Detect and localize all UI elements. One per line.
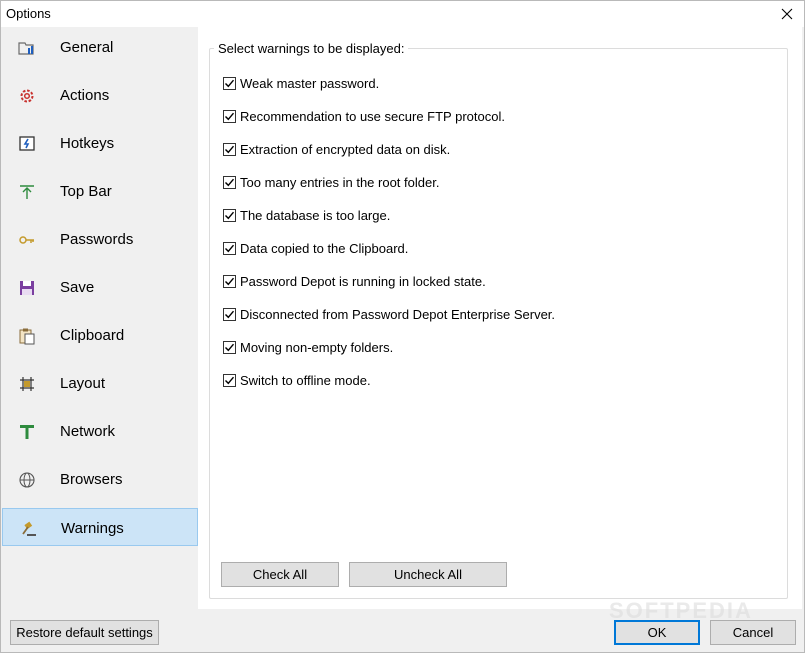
options-dialog: Options General Actions Hotkeys Top Bar … [0,0,805,653]
checkbox-label: The database is too large. [240,207,391,223]
folder-settings-icon [18,39,36,57]
sidebar-item-label: General [60,39,114,56]
sidebar-item-network[interactable]: Network [2,412,198,450]
restore-default-settings-button[interactable]: Restore default settings [10,620,159,645]
warning-checkbox-row[interactable]: Too many entries in the root folder. [223,173,439,191]
checkbox-label: Moving non-empty folders. [240,339,394,355]
sidebar-item-top-bar[interactable]: Top Bar [2,172,198,210]
sidebar-item-label: Actions [60,87,110,104]
checkmark-icon [225,277,235,285]
sidebar-item-label: Warnings [61,520,124,537]
gear-icon [18,87,36,105]
warning-checkbox-row[interactable]: Switch to offline mode. [223,371,371,389]
sidebar-item-label: Clipboard [60,327,125,344]
sidebar-item-actions[interactable]: Actions [2,76,198,114]
title-bar: Options [1,1,804,27]
sidebar-item-general[interactable]: General [2,28,198,66]
checkbox-label: Data copied to the Clipboard. [240,240,409,256]
floppy-disk-icon [18,279,36,297]
sidebar-item-label: Layout [60,375,106,392]
warning-checkbox-row[interactable]: The database is too large. [223,206,390,224]
checkbox[interactable] [223,307,236,321]
checkbox[interactable] [223,175,236,189]
checkbox[interactable] [223,340,236,354]
warnings-groupbox [209,48,788,599]
checkbox[interactable] [223,208,236,222]
checkbox-label: Weak master password. [240,75,380,91]
warning-checkbox-row[interactable]: Data copied to the Clipboard. [223,239,408,257]
warning-checkbox-row[interactable]: Password Depot is running in locked stat… [223,272,486,290]
check-all-button[interactable]: Check All [221,562,339,587]
checkbox[interactable] [223,142,236,156]
checkbox[interactable] [223,109,236,123]
cancel-button[interactable]: Cancel [710,620,796,645]
network-icon [18,423,36,441]
window-title: Options [6,6,51,21]
sidebar-item-save[interactable]: Save [2,268,198,306]
key-icon [18,231,36,249]
checkmark-icon [225,112,235,120]
sidebar-item-passwords[interactable]: Passwords [2,220,198,258]
keyboard-key-icon [18,135,36,153]
globe-icon [18,471,36,489]
checkmark-icon [225,343,235,351]
warnings-group-title: Select warnings to be displayed: [214,41,409,56]
warning-checkbox-row[interactable]: Disconnected from Password Depot Enterpr… [223,305,555,323]
sidebar-item-label: Top Bar [60,183,112,200]
close-button[interactable] [776,3,798,25]
clipboard-icon [18,327,36,345]
sidebar-item-layout[interactable]: Layout [2,364,198,402]
checkmark-icon [225,178,235,186]
sidebar-item-label: Network [60,423,116,440]
options-sidebar: General Actions Hotkeys Top Bar Password… [1,27,198,609]
layout-icon [18,375,36,393]
checkbox-label: Disconnected from Password Depot Enterpr… [240,306,556,322]
sidebar-item-browsers[interactable]: Browsers [2,460,198,498]
checkmark-icon [225,244,235,252]
checkbox-label: Password Depot is running in locked stat… [240,273,486,289]
gavel-icon [19,520,37,538]
warning-checkbox-row[interactable]: Moving non-empty folders. [223,338,393,356]
checkmark-icon [225,376,235,384]
checkbox[interactable] [223,76,236,90]
checkbox[interactable] [223,274,236,288]
checkmark-icon [225,79,235,87]
close-icon [781,8,793,20]
arrow-top-bar-icon [18,183,36,201]
checkmark-icon [225,310,235,318]
ok-button[interactable]: OK [614,620,700,645]
warnings-panel: Select warnings to be displayed: Weak ma… [198,27,802,609]
sidebar-item-label: Save [60,279,95,296]
checkbox-label: Switch to offline mode. [240,372,371,388]
checkmark-icon [225,145,235,153]
checkbox-label: Too many entries in the root folder. [240,174,440,190]
sidebar-item-clipboard[interactable]: Clipboard [2,316,198,354]
sidebar-item-label: Hotkeys [60,135,115,152]
checkmark-icon [225,211,235,219]
checkbox[interactable] [223,241,236,255]
warning-checkbox-row[interactable]: Weak master password. [223,74,379,92]
sidebar-item-label: Passwords [60,231,134,248]
sidebar-item-label: Browsers [60,471,123,488]
warning-checkbox-row[interactable]: Extraction of encrypted data on disk. [223,140,450,158]
uncheck-all-button[interactable]: Uncheck All [349,562,507,587]
checkbox-label: Extraction of encrypted data on disk. [240,141,451,157]
checkbox[interactable] [223,373,236,387]
warning-checkbox-row[interactable]: Recommendation to use secure FTP protoco… [223,107,505,125]
sidebar-item-warnings[interactable]: Warnings [2,508,198,546]
checkbox-label: Recommendation to use secure FTP protoco… [240,108,505,124]
sidebar-item-hotkeys[interactable]: Hotkeys [2,124,198,162]
